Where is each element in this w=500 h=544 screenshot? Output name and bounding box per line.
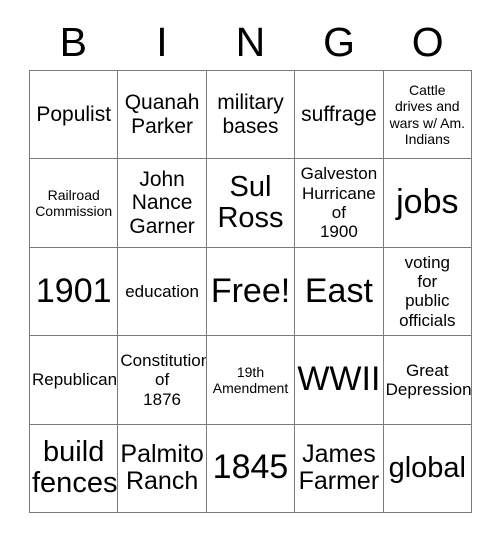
bingo-cell[interactable]: 1845 — [206, 424, 296, 513]
bingo-cell-label: Constitution of 1876 — [120, 350, 207, 409]
bingo-cell-free[interactable]: Free! — [206, 247, 296, 337]
bingo-cell-label: East — [304, 271, 373, 310]
bingo-cell-label: Sul Ross — [217, 170, 284, 235]
bingo-cell[interactable]: Sul Ross — [206, 159, 296, 248]
bingo-cell-label: John Nance Garner — [129, 167, 195, 238]
bingo-cell[interactable]: East — [295, 247, 384, 337]
bingo-cell[interactable]: John Nance Garner — [118, 159, 207, 248]
bingo-cell-label: Palmito Ranch — [120, 439, 204, 496]
bingo-cell-label: Great Depression — [385, 360, 472, 399]
bingo-cell-label: James Farmer — [298, 439, 380, 496]
bingo-cell-label: Populist — [36, 102, 112, 126]
header-letter-i: I — [156, 18, 168, 65]
bingo-cell-label: Railroad Commission — [35, 186, 113, 220]
bingo-cell[interactable]: Republican — [30, 336, 119, 425]
header-letter-o: O — [411, 18, 444, 65]
bingo-cell[interactable]: Galveston Hurricane of 1900 — [295, 159, 384, 248]
bingo-cell-label: Republican — [32, 370, 118, 390]
bingo-cell-label: Cattle drives and wars w/ Am. Indians — [389, 82, 466, 147]
header-letter-n: N — [235, 18, 266, 65]
bingo-cell-label: voting for public officials — [399, 252, 456, 330]
bingo-cell[interactable]: build fences — [30, 424, 119, 513]
bingo-cell[interactable]: Cattle drives and wars w/ Am. Indians — [383, 71, 472, 160]
bingo-cell-label: WWII — [297, 360, 381, 399]
bingo-cell[interactable]: James Farmer — [295, 424, 384, 513]
bingo-cell[interactable]: Quanah Parker — [118, 71, 207, 160]
bingo-cell[interactable]: military bases — [206, 71, 296, 160]
bingo-cell[interactable]: 1901 — [30, 247, 119, 337]
bingo-cell-label: suffrage — [301, 102, 377, 126]
bingo-cell-label: jobs — [396, 183, 459, 222]
bingo-cell[interactable]: voting for public officials — [383, 247, 472, 337]
bingo-cell[interactable]: jobs — [383, 159, 472, 248]
bingo-cell[interactable]: Constitution of 1876 — [118, 336, 207, 425]
bingo-cell[interactable]: global — [383, 424, 472, 513]
bingo-header: B I N G O — [29, 14, 472, 70]
bingo-cell[interactable]: Populist — [30, 71, 119, 160]
bingo-cell-label: global — [388, 451, 466, 484]
bingo-cell-label: 1901 — [35, 271, 112, 310]
bingo-card: B I N G O Populist Quanah Parker militar… — [0, 0, 500, 544]
bingo-cell[interactable]: education — [118, 247, 207, 337]
header-letter-g: G — [323, 18, 356, 65]
bingo-cell-label: Galveston Hurricane of 1900 — [300, 164, 378, 242]
header-letter-b: B — [59, 18, 87, 65]
bingo-cell[interactable]: Railroad Commission — [30, 159, 119, 248]
bingo-cell-label: build fences — [32, 435, 118, 500]
bingo-cell[interactable]: 19th Amendment — [206, 336, 296, 425]
bingo-cell[interactable]: Great Depression — [383, 336, 472, 425]
bingo-cell-label: education — [125, 281, 199, 301]
bingo-cell-label: Free! — [210, 271, 291, 310]
bingo-cell-label: 1845 — [212, 448, 289, 487]
bingo-cell[interactable]: Palmito Ranch — [118, 424, 207, 513]
bingo-cell-label: 19th Amendment — [212, 363, 289, 396]
bingo-cell-label: Quanah Parker — [124, 91, 200, 138]
bingo-cell[interactable]: WWII — [295, 336, 384, 425]
bingo-grid: Populist Quanah Parker military bases su… — [29, 70, 472, 513]
bingo-cell[interactable]: suffrage — [295, 71, 384, 160]
bingo-cell-label: military bases — [217, 91, 284, 138]
